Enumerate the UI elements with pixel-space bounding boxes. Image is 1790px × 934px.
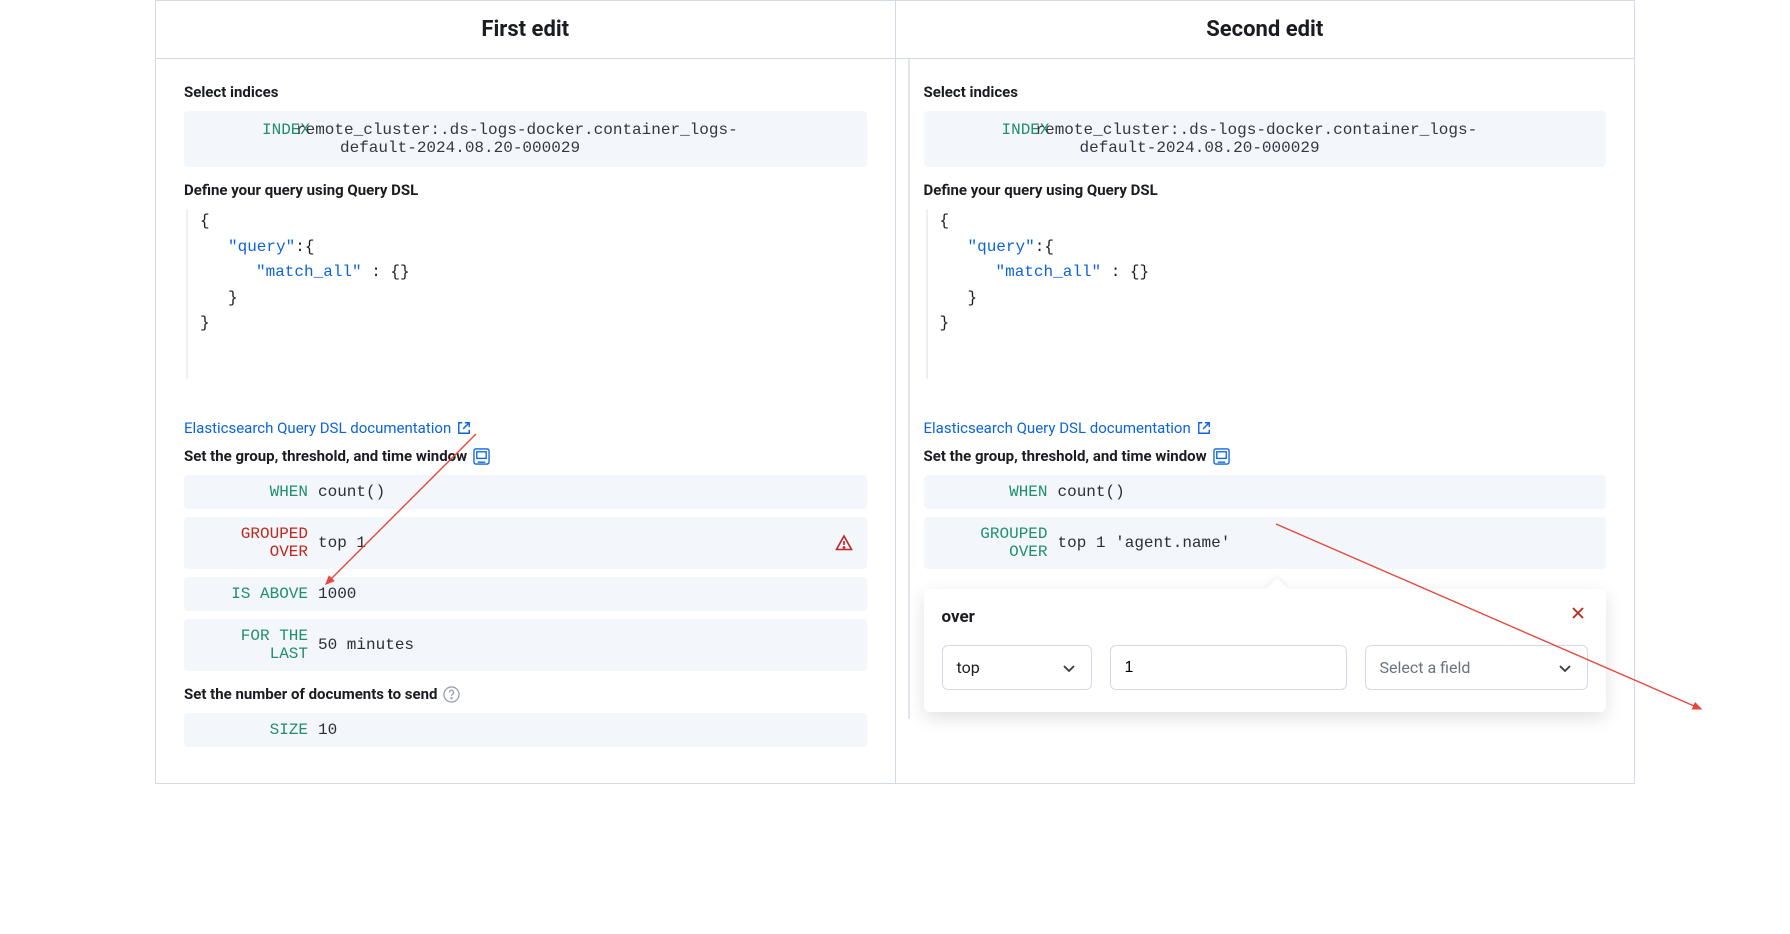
top-select[interactable]: top (942, 645, 1092, 690)
label-select-indices: Select indices (924, 83, 1607, 101)
grouped-over-row[interactable]: GROUPED OVER top 1 (184, 517, 867, 569)
index-block[interactable]: INDEX remote_cluster:.ds-logs-docker.con… (924, 111, 1607, 167)
chevron-down-icon (1557, 660, 1573, 676)
doc-link[interactable]: Elasticsearch Query DSL documentation (924, 419, 1211, 437)
index-line1: remote_cluster:.ds-logs-docker.container… (1026, 121, 1478, 139)
external-link-icon (1197, 421, 1211, 435)
label-select-indices: Select indices (184, 83, 867, 101)
column-header-second: Second edit (895, 1, 1635, 59)
popover-close-button[interactable] (1568, 603, 1588, 623)
warning-icon (835, 534, 853, 552)
scroll-indicator (908, 59, 910, 719)
count-input[interactable] (1110, 645, 1347, 690)
is-above-row[interactable]: IS ABOVE 1000 (184, 577, 867, 611)
grouped-over-row[interactable]: GROUPED OVER top 1 'agent.name' (924, 517, 1607, 569)
over-popover: over top Select a field (924, 589, 1607, 712)
external-link-icon (457, 421, 471, 435)
close-icon (1570, 605, 1586, 621)
column-header-first: First edit (156, 1, 895, 59)
label-set-docs: Set the number of documents to send (184, 685, 867, 703)
index-block[interactable]: INDEX remote_cluster:.ds-logs-docker.con… (184, 111, 867, 167)
popover-title: over (942, 607, 1589, 627)
second-edit-panel: Select indices INDEX remote_cluster:.ds-… (895, 59, 1635, 783)
settings-help-icon[interactable] (1213, 448, 1230, 465)
field-select[interactable]: Select a field (1365, 645, 1589, 690)
label-define-query: Define your query using Query DSL (184, 181, 867, 199)
doc-link[interactable]: Elasticsearch Query DSL documentation (184, 419, 471, 437)
index-line2: default-2024.08.20-000029 (1026, 139, 1320, 157)
query-editor[interactable]: { "query":{ "match_all" : {} } } (186, 209, 867, 379)
when-row[interactable]: WHEN count() (924, 475, 1607, 509)
question-help-icon[interactable] (443, 686, 460, 703)
when-row[interactable]: WHEN count() (184, 475, 867, 509)
label-set-group: Set the group, threshold, and time windo… (924, 447, 1607, 465)
first-edit-panel: Select indices INDEX remote_cluster:.ds-… (156, 59, 895, 783)
label-define-query: Define your query using Query DSL (924, 181, 1607, 199)
settings-help-icon[interactable] (473, 448, 490, 465)
query-editor[interactable]: { "query":{ "match_all" : {} } } (926, 209, 1607, 379)
popover-caret (1265, 578, 1288, 601)
chevron-down-icon (1061, 660, 1077, 676)
size-row[interactable]: SIZE 10 (184, 713, 867, 747)
label-set-group: Set the group, threshold, and time windo… (184, 447, 867, 465)
index-line2: default-2024.08.20-000029 (286, 139, 580, 157)
index-line1: remote_cluster:.ds-logs-docker.container… (286, 121, 738, 139)
for-last-row[interactable]: FOR THE LAST 50 minutes (184, 619, 867, 671)
